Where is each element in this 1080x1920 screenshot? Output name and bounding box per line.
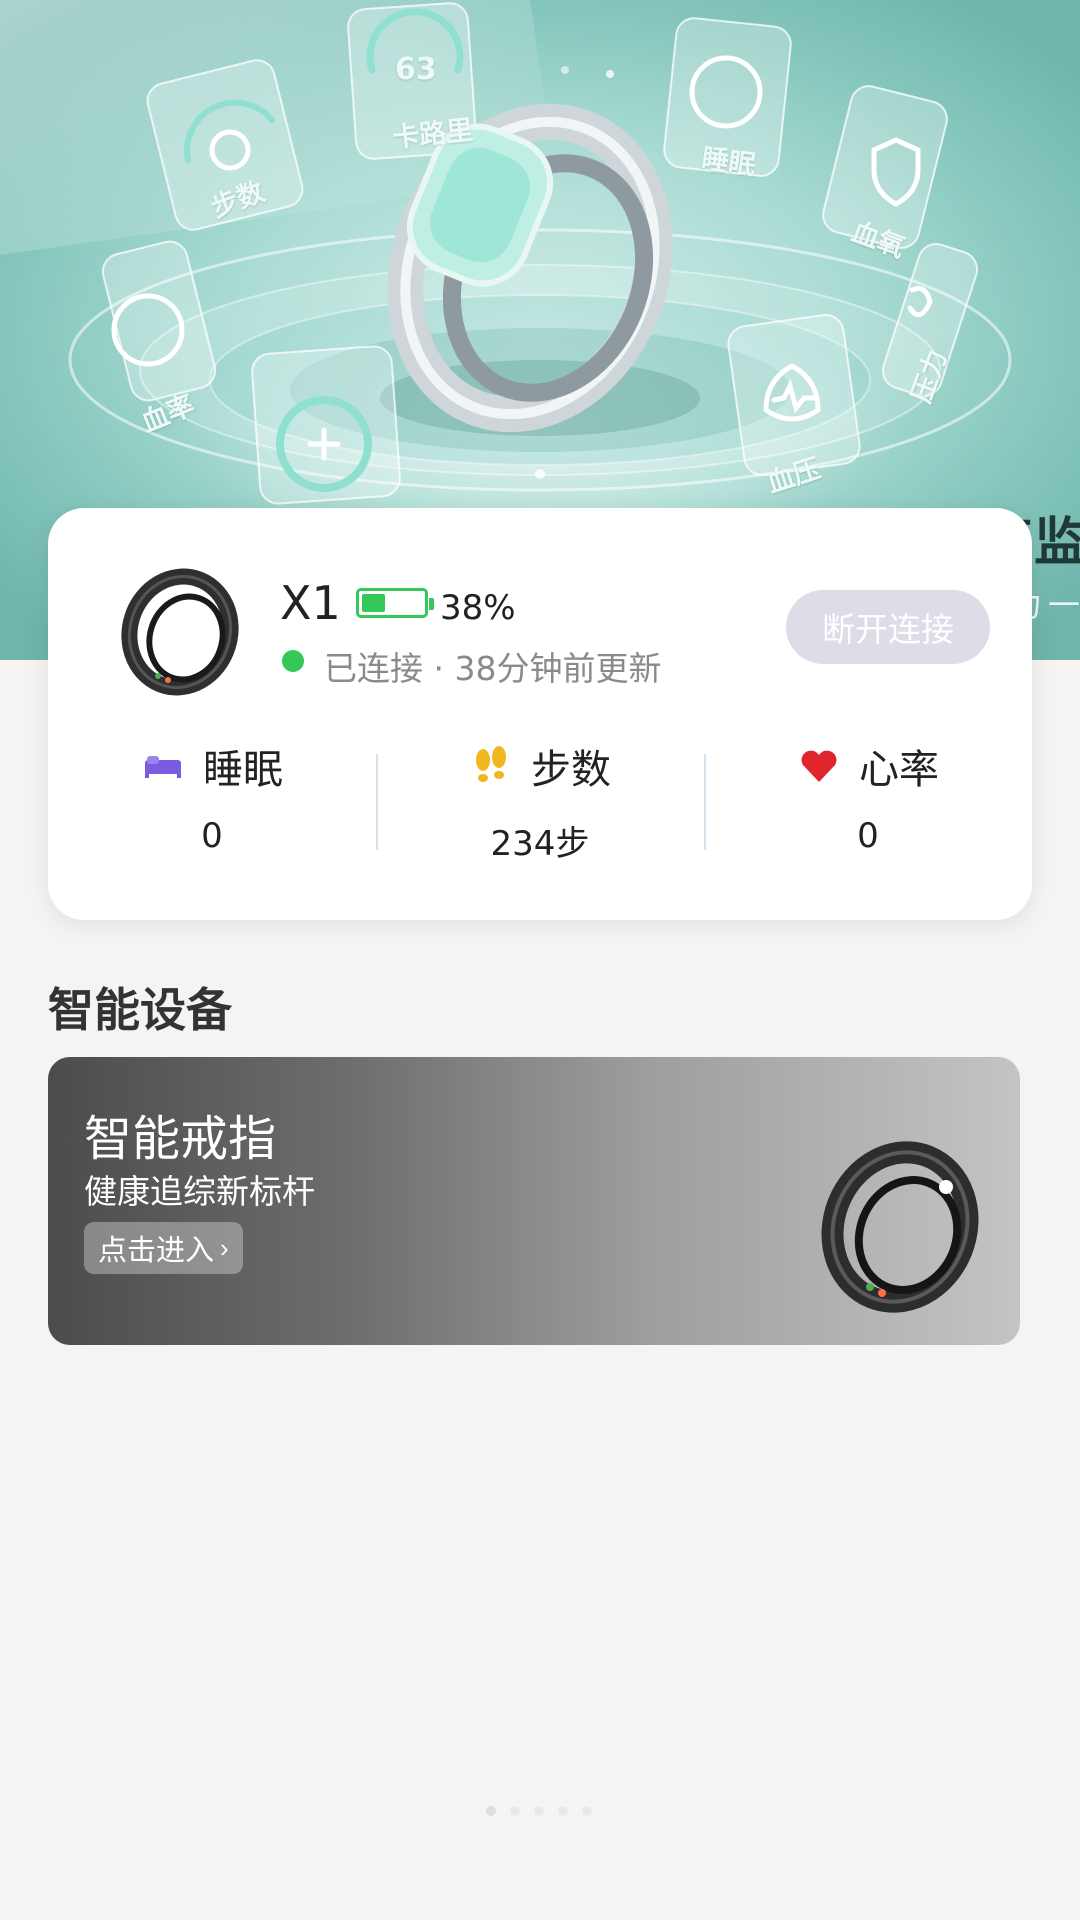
metric-steps[interactable]: 步数 234步 <box>376 738 704 878</box>
battery-fill <box>362 594 385 612</box>
metric-sleep-label: 睡眠 <box>203 747 283 793</box>
page-dot <box>534 1806 544 1816</box>
device-card[interactable]: X1 38% 已连接 · 38分钟前更新 断开连接 睡眠 0 步数 234步 心… <box>48 508 1032 920</box>
footprints-icon <box>476 746 506 782</box>
metric-heart-rate-label: 心率 <box>859 747 939 793</box>
promo-subtitle: 健康追综新标杆 <box>84 1172 315 1211</box>
hero-calorie-value: 63 <box>395 52 437 87</box>
page-dot <box>510 1806 520 1816</box>
connection-status-dot <box>282 650 304 672</box>
disconnect-button[interactable]: 断开连接 <box>786 590 990 664</box>
battery-percentage: 38% <box>440 588 516 628</box>
metric-heart-rate[interactable]: 心率 0 <box>704 738 1032 878</box>
metric-steps-value: 234步 <box>490 824 590 864</box>
smart-ring-promo-card[interactable]: 智能戒指 健康追综新标杆 点击进入 › <box>48 1057 1020 1345</box>
page-dot <box>558 1806 568 1816</box>
metric-sleep-value: 0 <box>201 816 223 856</box>
heart-icon <box>801 750 837 782</box>
page-indicator <box>486 1806 592 1816</box>
app-screen: 步数 卡路里 63 睡眠 血氧 血率 血压 压力 康监 力一 X1 38% 已连… <box>0 0 1080 1920</box>
device-name: X1 <box>280 576 341 630</box>
metrics-row: 睡眠 0 步数 234步 心率 0 <box>48 738 1032 878</box>
metric-sleep[interactable]: 睡眠 0 <box>48 738 376 878</box>
enter-button-label: 点击进入 <box>98 1235 215 1267</box>
enter-button[interactable]: 点击进入 › <box>84 1222 243 1274</box>
page-dot <box>486 1806 496 1816</box>
ring-thumbnail <box>121 568 239 696</box>
hero-tag-sleep: 睡眠 <box>699 143 758 182</box>
page-dot <box>582 1806 592 1816</box>
chevron-right-icon: › <box>220 1232 229 1263</box>
bed-icon <box>145 756 181 778</box>
smart-devices-title: 智能设备 <box>48 983 232 1037</box>
metric-heart-rate-value: 0 <box>857 816 879 856</box>
connection-status-text: 已连接 · 38分钟前更新 <box>324 649 662 688</box>
promo-title: 智能戒指 <box>84 1111 277 1167</box>
promo-ring-image <box>821 1141 979 1313</box>
battery-indicator <box>356 588 434 618</box>
metric-steps-label: 步数 <box>531 747 611 793</box>
